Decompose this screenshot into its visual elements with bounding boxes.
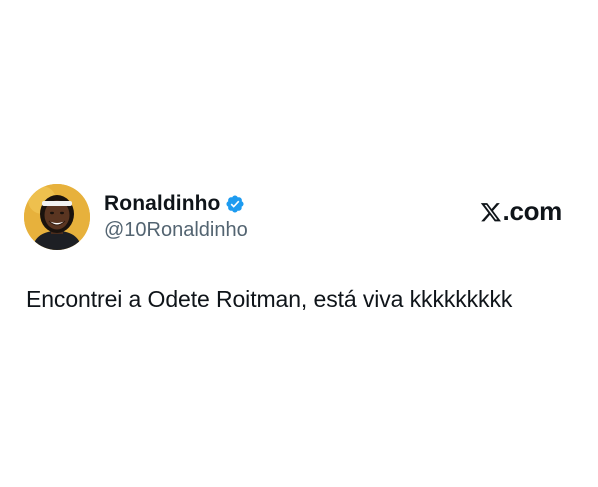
source-domain: .com (502, 196, 563, 226)
tweet-card: Ronaldinho @10Ronaldinho .com Encontrei … (0, 0, 598, 487)
tweet-header: Ronaldinho @10Ronaldinho .com (24, 183, 574, 251)
author-handle[interactable]: @10Ronaldinho (104, 219, 248, 242)
verified-badge-icon (225, 194, 245, 214)
avatar[interactable] (24, 184, 90, 250)
tweet-text: Encontrei a Odete Roitman, está viva kkk… (26, 286, 513, 312)
author-display-name[interactable]: Ronaldinho (104, 192, 220, 216)
x-logo-icon (480, 201, 502, 223)
x-com-logo: .com (480, 196, 562, 227)
avatar-photo (24, 184, 90, 250)
author-name-row: Ronaldinho (104, 191, 245, 217)
